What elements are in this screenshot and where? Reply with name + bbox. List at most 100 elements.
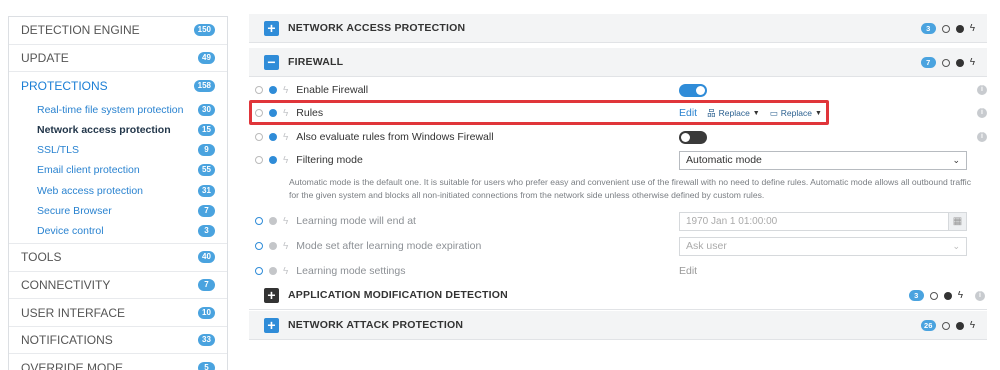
sidebar-count-badge: 30 [198,103,215,116]
link-container: Edit [679,261,697,281]
sidebar-item-update[interactable]: UPDATE 49 [9,45,227,73]
policy-open-circle-icon[interactable] [941,24,950,33]
section-indicators: 26 ϟ [920,311,975,340]
force-bolt-icon[interactable]: ϟ [970,23,975,34]
protections-subgroup: Real-time file system protection 30 Netw… [9,100,227,245]
force-bolt-icon[interactable]: ϟ [283,85,288,96]
policy-apply-circle-icon[interactable] [269,242,277,250]
policy-open-circle-icon[interactable] [255,86,263,94]
policy-open-circle-icon[interactable] [255,217,263,225]
settings-main-panel: + NETWORK ACCESS PROTECTION 3 ϟ − FIREWA… [249,0,989,370]
setting-learning-mode-end: ϟ Learning mode will end at 1970 Jan 1 0… [255,211,993,231]
force-bolt-icon[interactable]: ϟ [283,216,288,227]
sidebar-item-label: OVERRIDE MODE [21,360,124,370]
sidebar-subitem-label: Network access protection [37,124,171,137]
mode-after-learning-select[interactable]: Ask user ⌄ [679,236,967,256]
sidebar-subitem-label: SSL/TLS [37,144,80,157]
policy-open-circle-icon[interactable] [255,242,263,250]
force-bolt-icon[interactable]: ϟ [970,57,975,68]
info-icon[interactable]: i [975,290,985,301]
section-application-modification-detection[interactable]: + APPLICATION MODIFICATION DETECTION 3 ϟ… [249,281,987,310]
collapse-icon[interactable]: − [264,54,279,70]
info-icon[interactable]: i [977,85,987,95]
toggle-knob [696,85,705,95]
sidebar-item-tools[interactable]: TOOLS 40 [9,244,227,272]
filtering-mode-select[interactable]: Automatic mode ⌄ [679,150,967,170]
sidebar-item-user-interface[interactable]: USER INTERFACE 10 [9,299,227,327]
section-indicators: 7 ϟ [920,48,975,77]
sidebar-subitem-device-control[interactable]: Device control 3 [9,221,227,241]
force-bolt-icon[interactable]: ϟ [283,155,288,166]
section-network-attack-protection[interactable]: + NETWORK ATTACK PROTECTION 26 ϟ [249,311,987,340]
sidebar-subitem-email-client[interactable]: Email client protection 55 [9,160,227,180]
learning-mode-end-datetime[interactable]: 1970 Jan 1 01:00:00 ▦ [679,211,967,231]
sidebar-item-notifications[interactable]: NOTIFICATIONS 33 [9,327,227,355]
policy-apply-circle-icon[interactable] [955,58,964,67]
setting-label: Learning mode will end at [296,215,416,227]
policy-apply-circle-icon[interactable] [955,321,964,330]
policy-open-circle-icon[interactable] [255,267,263,275]
expand-icon[interactable]: + [264,317,279,333]
info-icon[interactable]: i [977,108,987,118]
setting-label: Also evaluate rules from Windows Firewal… [296,131,494,143]
expand-icon[interactable]: + [264,20,279,36]
force-bolt-icon[interactable]: ϟ [283,241,288,252]
sidebar-item-connectivity[interactable]: CONNECTIVITY 7 [9,272,227,300]
toggle-knob [681,132,690,142]
section-title: NETWORK ACCESS PROTECTION [288,22,466,34]
sidebar-count-badge: 40 [198,251,215,264]
sidebar-item-label: PROTECTIONS [21,78,108,93]
sidebar-item-override-mode[interactable]: OVERRIDE MODE 5 [9,354,227,370]
sidebar-count-badge: 31 [198,184,215,197]
sidebar-subitem-ssl-tls[interactable]: SSL/TLS 9 [9,140,227,160]
info-icon[interactable]: i [977,132,987,142]
sidebar-count-badge: 3 [198,225,215,237]
toggle-container [679,80,707,100]
sidebar-subitem-web-access[interactable]: Web access protection 31 [9,181,227,201]
policy-open-circle-icon[interactable] [255,133,263,141]
sidebar-subitem-label: Web access protection [37,184,144,197]
setting-windows-firewall-rules: ϟ Also evaluate rules from Windows Firew… [255,127,993,147]
force-bolt-icon[interactable]: ϟ [283,132,288,143]
expand-icon[interactable]: + [264,287,279,303]
policy-apply-circle-icon[interactable] [269,267,277,275]
select-value: Automatic mode [686,154,762,166]
policy-open-circle-icon[interactable] [255,156,263,164]
setting-label: Enable Firewall [296,84,369,96]
setting-enable-firewall: ϟ Enable Firewall i [255,80,993,100]
learning-settings-edit-link[interactable]: Edit [679,265,697,277]
section-firewall[interactable]: − FIREWALL 7 ϟ [249,48,987,77]
policy-apply-circle-icon[interactable] [269,133,277,141]
force-bolt-icon[interactable]: ϟ [970,320,975,331]
policy-apply-circle-icon[interactable] [955,24,964,33]
policy-apply-circle-icon[interactable] [269,86,277,94]
policy-apply-circle-icon[interactable] [943,291,952,300]
calendar-icon[interactable]: ▦ [948,212,966,230]
sidebar-item-protections[interactable]: PROTECTIONS 158 [9,72,227,100]
enable-firewall-toggle[interactable] [679,83,707,97]
policy-open-circle-icon[interactable] [941,321,950,330]
changes-count-badge: 26 [920,320,936,331]
policy-open-circle-icon[interactable] [941,58,950,67]
sidebar-subitem-secure-browser[interactable]: Secure Browser 7 [9,201,227,221]
section-network-access-protection[interactable]: + NETWORK ACCESS PROTECTION 3 ϟ [249,14,987,43]
policy-apply-circle-icon[interactable] [269,217,277,225]
sidebar-subitem-realtime[interactable]: Real-time file system protection 30 [9,100,227,120]
sidebar-item-label: TOOLS [21,250,62,265]
sidebar-subitem-label: Real-time file system protection [37,103,184,116]
changes-count-badge: 3 [908,290,924,301]
windows-rules-toggle[interactable] [679,130,707,144]
policy-open-circle-icon[interactable] [929,291,938,300]
setting-label: Mode set after learning mode expiration [296,240,482,252]
sidebar-subitem-label: Device control [37,225,104,237]
force-bolt-icon[interactable]: ϟ [958,290,963,301]
sidebar-count-badge: 55 [198,164,215,177]
sidebar-count-badge: 7 [198,204,215,217]
rules-highlight-box [249,100,829,125]
policy-apply-circle-icon[interactable] [269,156,277,164]
settings-sidebar: DETECTION ENGINE 150 UPDATE 49 PROTECTIO… [8,16,228,370]
force-bolt-icon[interactable]: ϟ [283,266,288,277]
sidebar-subitem-network-access[interactable]: Network access protection 15 [9,120,227,140]
sidebar-item-label: UPDATE [21,50,69,65]
sidebar-item-detection-engine[interactable]: DETECTION ENGINE 150 [9,17,227,45]
